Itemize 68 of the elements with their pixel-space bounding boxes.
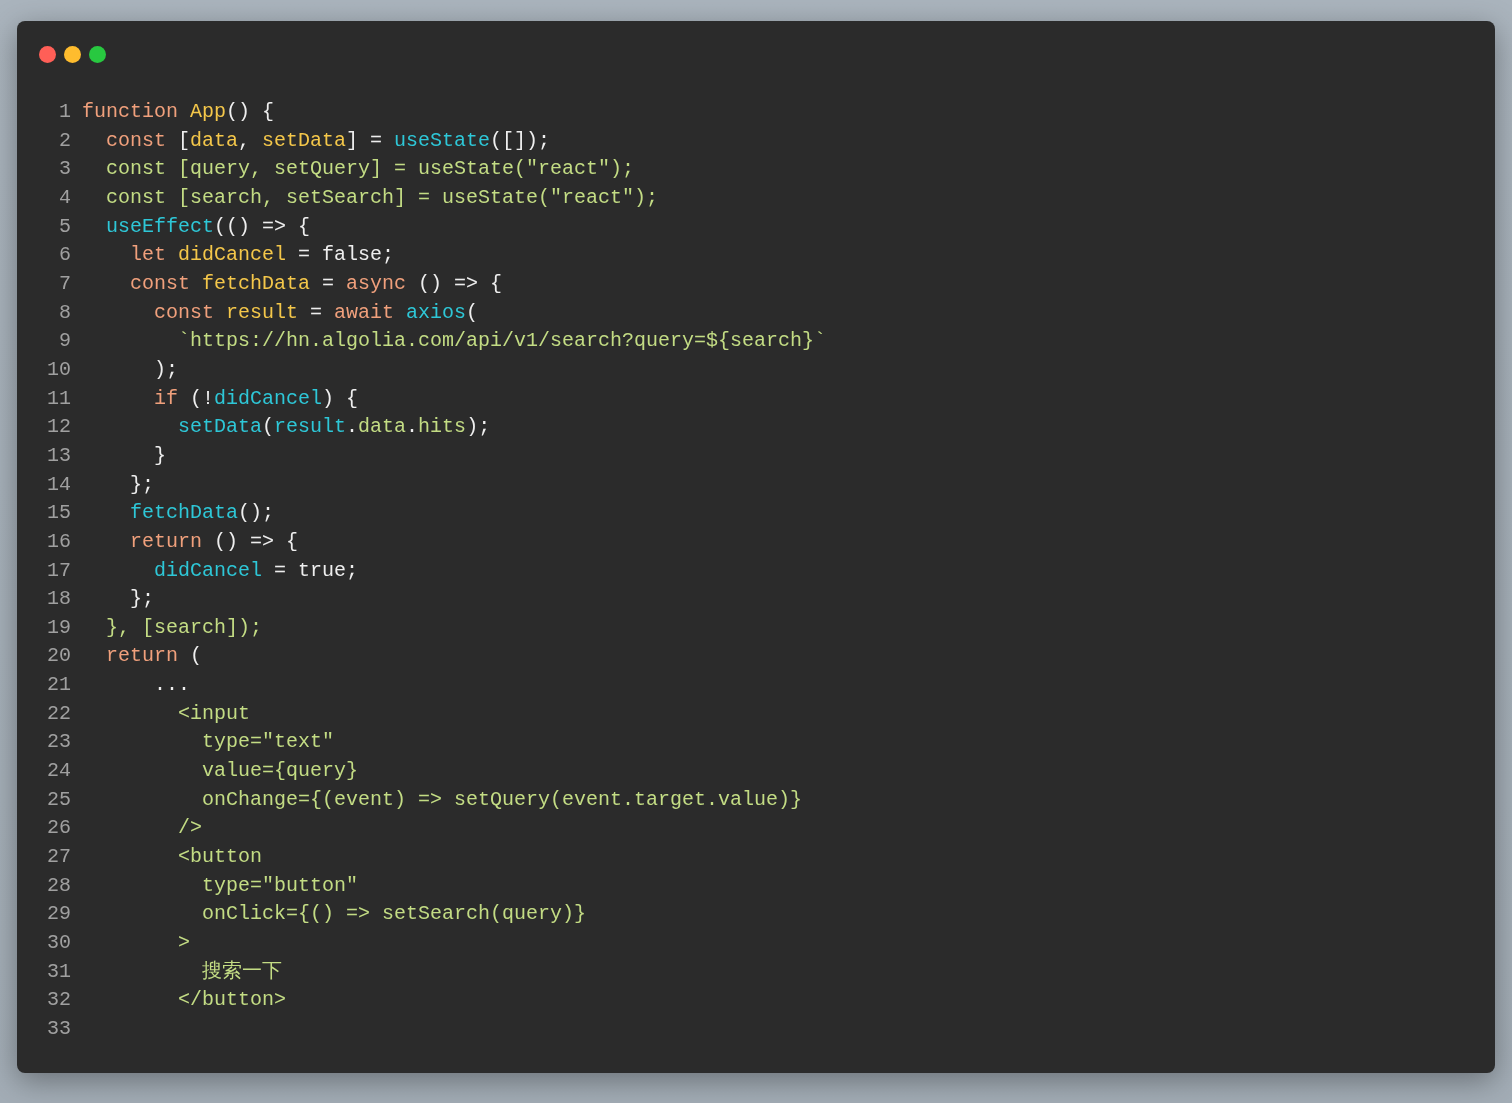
code-line: const [data, setData] = useState([]);	[105, 127, 551, 154]
code-line: type="text"	[201, 729, 335, 756]
code-line: 搜索一下	[201, 958, 283, 985]
line-number: 4	[58, 184, 71, 211]
code-line: function App() {	[82, 99, 275, 125]
code-line: };	[129, 586, 154, 613]
code-line: ...	[153, 672, 191, 699]
code-line: type="button"	[201, 872, 359, 899]
code-line: const fetchData = async () => {	[129, 270, 503, 297]
line-number: 8	[58, 299, 71, 326]
code-line: }, [search]);	[105, 614, 263, 641]
code-line: const [query, setQuery] = useState("react");	[105, 156, 635, 183]
code-line: onClick={() => setSearch(query)}	[201, 901, 587, 928]
line-number: 17	[46, 557, 71, 584]
line-number: 24	[46, 758, 71, 785]
code-line: value={query}	[201, 758, 359, 785]
line-number: 23	[46, 729, 71, 756]
line-number: 31	[46, 958, 71, 985]
code-line: }	[153, 442, 166, 469]
line-number: 14	[46, 471, 71, 498]
zoom-button[interactable]	[89, 46, 106, 63]
line-number: 32	[46, 987, 71, 1014]
code-line: let didCancel = false;	[129, 242, 395, 269]
line-number: 21	[46, 672, 71, 699]
code-line: useEffect(() => {	[105, 213, 311, 240]
line-number: 9	[58, 328, 71, 355]
line-number: 6	[58, 242, 71, 269]
code-line: >	[177, 930, 191, 957]
line-number: 28	[46, 872, 71, 899]
code-line: const result = await axios(	[153, 299, 479, 326]
minimize-button[interactable]	[64, 46, 81, 63]
code-line: </button>	[177, 987, 287, 1014]
line-number: 15	[46, 500, 71, 527]
code-line: setData(result.data.hits);	[177, 414, 491, 441]
code-line: <button	[177, 844, 263, 871]
line-number: 13	[46, 442, 71, 469]
line-number: 12	[46, 414, 71, 441]
close-button[interactable]	[39, 46, 56, 63]
code-line: if (!didCancel) {	[153, 385, 359, 412]
line-number: 33	[46, 1016, 71, 1042]
line-number: 3	[58, 156, 71, 183]
code-line: fetchData();	[129, 500, 275, 527]
code-line: return (	[105, 643, 203, 670]
code-line: return () => {	[129, 528, 299, 555]
code-line: />	[177, 815, 203, 842]
line-number: 7	[58, 270, 71, 297]
line-number: 16	[46, 528, 71, 555]
line-number: 25	[46, 786, 71, 813]
code-line: didCancel = true;	[153, 557, 359, 584]
code-line: const [search, setSearch] = useState("react");	[105, 184, 659, 211]
code-line: <input	[177, 700, 251, 727]
line-number: 10	[46, 356, 71, 383]
line-number: 11	[46, 385, 71, 412]
code-line: );	[153, 356, 178, 383]
line-number: 19	[46, 614, 71, 641]
line-number: 30	[46, 930, 71, 957]
code-line: };	[129, 471, 154, 498]
line-number: 27	[46, 844, 71, 871]
line-number: 22	[46, 700, 71, 727]
line-number: 26	[46, 815, 71, 842]
line-number: 20	[46, 643, 71, 670]
code-line: onChange={(event) => setQuery(event.target.value)}	[201, 786, 803, 813]
code-line: `https://hn.algolia.com/api/v1/search?query=${search}`	[177, 328, 827, 355]
line-number: 2	[58, 127, 71, 154]
line-number: 1	[58, 99, 71, 125]
line-number: 29	[46, 901, 71, 928]
line-number: 18	[46, 586, 71, 613]
line-number: 5	[58, 213, 71, 240]
